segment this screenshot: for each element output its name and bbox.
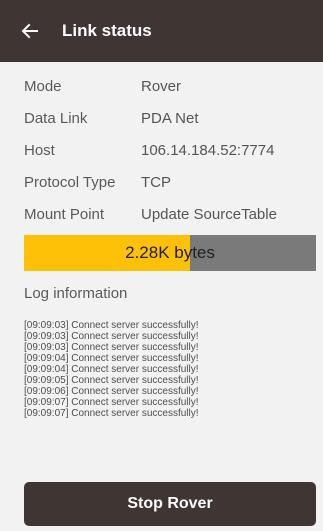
data-link-label: Data Link [24, 109, 88, 127]
log-line: [09:09:07] Connect server successfully! [24, 397, 199, 408]
log-title: Log information [24, 285, 128, 302]
log-line: [09:09:04] Connect server successfully! [24, 353, 199, 364]
log-line: [09:09:03] Connect server successfully! [24, 342, 199, 353]
log-line: [09:09:03] Connect server successfully! [24, 320, 199, 331]
log-line: [09:09:05] Connect server successfully! [24, 375, 199, 386]
host-value: 106.14.184.52:7774 [141, 141, 275, 159]
host-label: Host [24, 141, 55, 159]
log-line: [09:09:04] Connect server successfully! [24, 364, 199, 375]
stop-rover-button[interactable]: Stop Rover [24, 482, 316, 526]
mount-point-label: Mount Point [24, 205, 105, 223]
data-link-value: PDA Net [141, 109, 199, 127]
log-line: [09:09:07] Connect server successfully! [24, 408, 199, 419]
detail-row-protocol: Protocol Type TCP [24, 166, 314, 198]
page-title: Link status [62, 21, 152, 40]
protocol-type-value: TCP [141, 173, 171, 191]
detail-row-host: Host 106.14.184.52:7774 [24, 134, 314, 166]
bytes-received-text: 2.28K bytes [125, 243, 215, 262]
detail-row-mount-point: Mount Point Update SourceTable [24, 198, 314, 230]
mount-point-value: Update SourceTable [141, 205, 277, 223]
log-line: [09:09:03] Connect server successfully! [24, 331, 199, 342]
detail-row-data-link: Data Link PDA Net [24, 102, 314, 134]
data-progress-bar: 2.28K bytes [24, 235, 316, 271]
log-line: [09:09:06] Connect server successfully! [24, 386, 199, 397]
log-list: [09:09:03] Connect server successfully![… [24, 320, 314, 419]
link-details: Mode Rover Data Link PDA Net Host 106.14… [24, 70, 314, 230]
detail-row-mode: Mode Rover [24, 70, 314, 102]
app-bar: Link status [0, 0, 323, 62]
back-arrow-icon[interactable] [20, 21, 40, 41]
mode-value: Rover [141, 77, 182, 95]
protocol-type-label: Protocol Type [24, 173, 116, 191]
mode-label: Mode [24, 77, 62, 95]
